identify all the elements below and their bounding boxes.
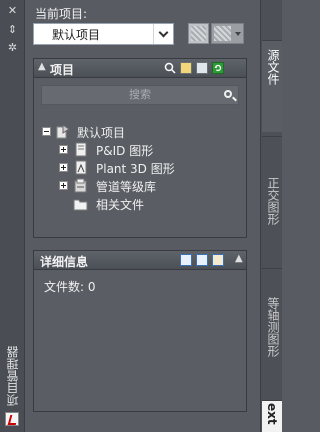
details-view-icon[interactable] xyxy=(180,254,192,266)
drawing-folder-icon xyxy=(75,142,87,157)
app-logo-icon xyxy=(5,412,19,426)
auto-hide-icon[interactable]: ⇕ xyxy=(6,24,19,35)
project-panel: ▲ 项目 搜索 默认项目 P&ID 图形 Plant 3D 图形 管道等级库 相… xyxy=(33,58,247,238)
expand-icon[interactable] xyxy=(59,145,68,154)
current-project-dropdown[interactable]: 默认项目 xyxy=(33,23,174,45)
expand-icon[interactable] xyxy=(59,181,68,190)
spec-library-icon xyxy=(74,178,87,193)
current-project-value: 默认项目 xyxy=(52,28,101,42)
tab-ortho-drawings[interactable]: 正交图形 xyxy=(262,136,282,264)
project-setup-icon[interactable] xyxy=(196,62,208,74)
texture-icon xyxy=(214,26,231,41)
project-tool-dropdown-button[interactable] xyxy=(211,23,244,44)
project-panel-title: 项目 xyxy=(50,63,75,77)
details-panel-header: 详细信息 ▲ xyxy=(34,251,246,270)
tab-source-files[interactable]: 源文件 xyxy=(262,40,282,132)
properties-icon[interactable]: ✲ xyxy=(6,42,19,53)
file-count: 文件数: 0 xyxy=(44,280,96,294)
close-icon[interactable]: ✕ xyxy=(6,5,19,16)
search-placeholder: 搜索 xyxy=(129,88,151,101)
tab-ext[interactable]: ext xyxy=(262,400,282,432)
texture-icon xyxy=(191,26,206,41)
folder-icon xyxy=(73,199,88,211)
tab-strip: 源文件 正交图形 等轴测图形 ext xyxy=(260,0,282,432)
project-icon xyxy=(56,124,70,139)
search-input[interactable]: 搜索 xyxy=(41,85,239,105)
refresh-icon[interactable] xyxy=(212,62,224,74)
collapse-icon[interactable]: ▲ xyxy=(235,253,243,264)
tree-item-label: P&ID 图形 xyxy=(96,144,154,158)
expand-icon[interactable] xyxy=(59,163,68,172)
tab-iso-drawings[interactable]: 等轴测图形 xyxy=(262,268,282,396)
tree-item-label: 管道等级库 xyxy=(96,180,157,194)
search-icon[interactable] xyxy=(224,90,232,98)
tree-root-label: 默认项目 xyxy=(77,126,126,140)
search-icon[interactable] xyxy=(164,62,176,74)
current-project-label: 当前项目: xyxy=(35,7,88,21)
palette-title: 项目管理器 xyxy=(6,346,20,406)
collapse-icon[interactable]: ▲ xyxy=(38,61,46,72)
palette-title-bar: ✕ ⇕ ✲ 项目管理器 xyxy=(0,0,25,432)
tree-item-label: Plant 3D 图形 xyxy=(96,162,175,176)
tree-item-label: 相关文件 xyxy=(96,198,145,212)
details-panel-title: 详细信息 xyxy=(40,255,89,269)
preview-view-icon[interactable] xyxy=(196,254,208,266)
drawing-folder-icon xyxy=(75,160,87,175)
project-tool-button[interactable] xyxy=(188,23,209,44)
thumbnail-view-icon[interactable] xyxy=(212,254,224,266)
details-panel: 详细信息 ▲ 文件数: 0 xyxy=(33,250,247,412)
chevron-down-icon[interactable] xyxy=(153,24,173,44)
new-project-icon[interactable] xyxy=(180,62,192,74)
project-panel-header: ▲ 项目 xyxy=(34,59,246,78)
collapse-tree-icon[interactable] xyxy=(42,127,51,136)
